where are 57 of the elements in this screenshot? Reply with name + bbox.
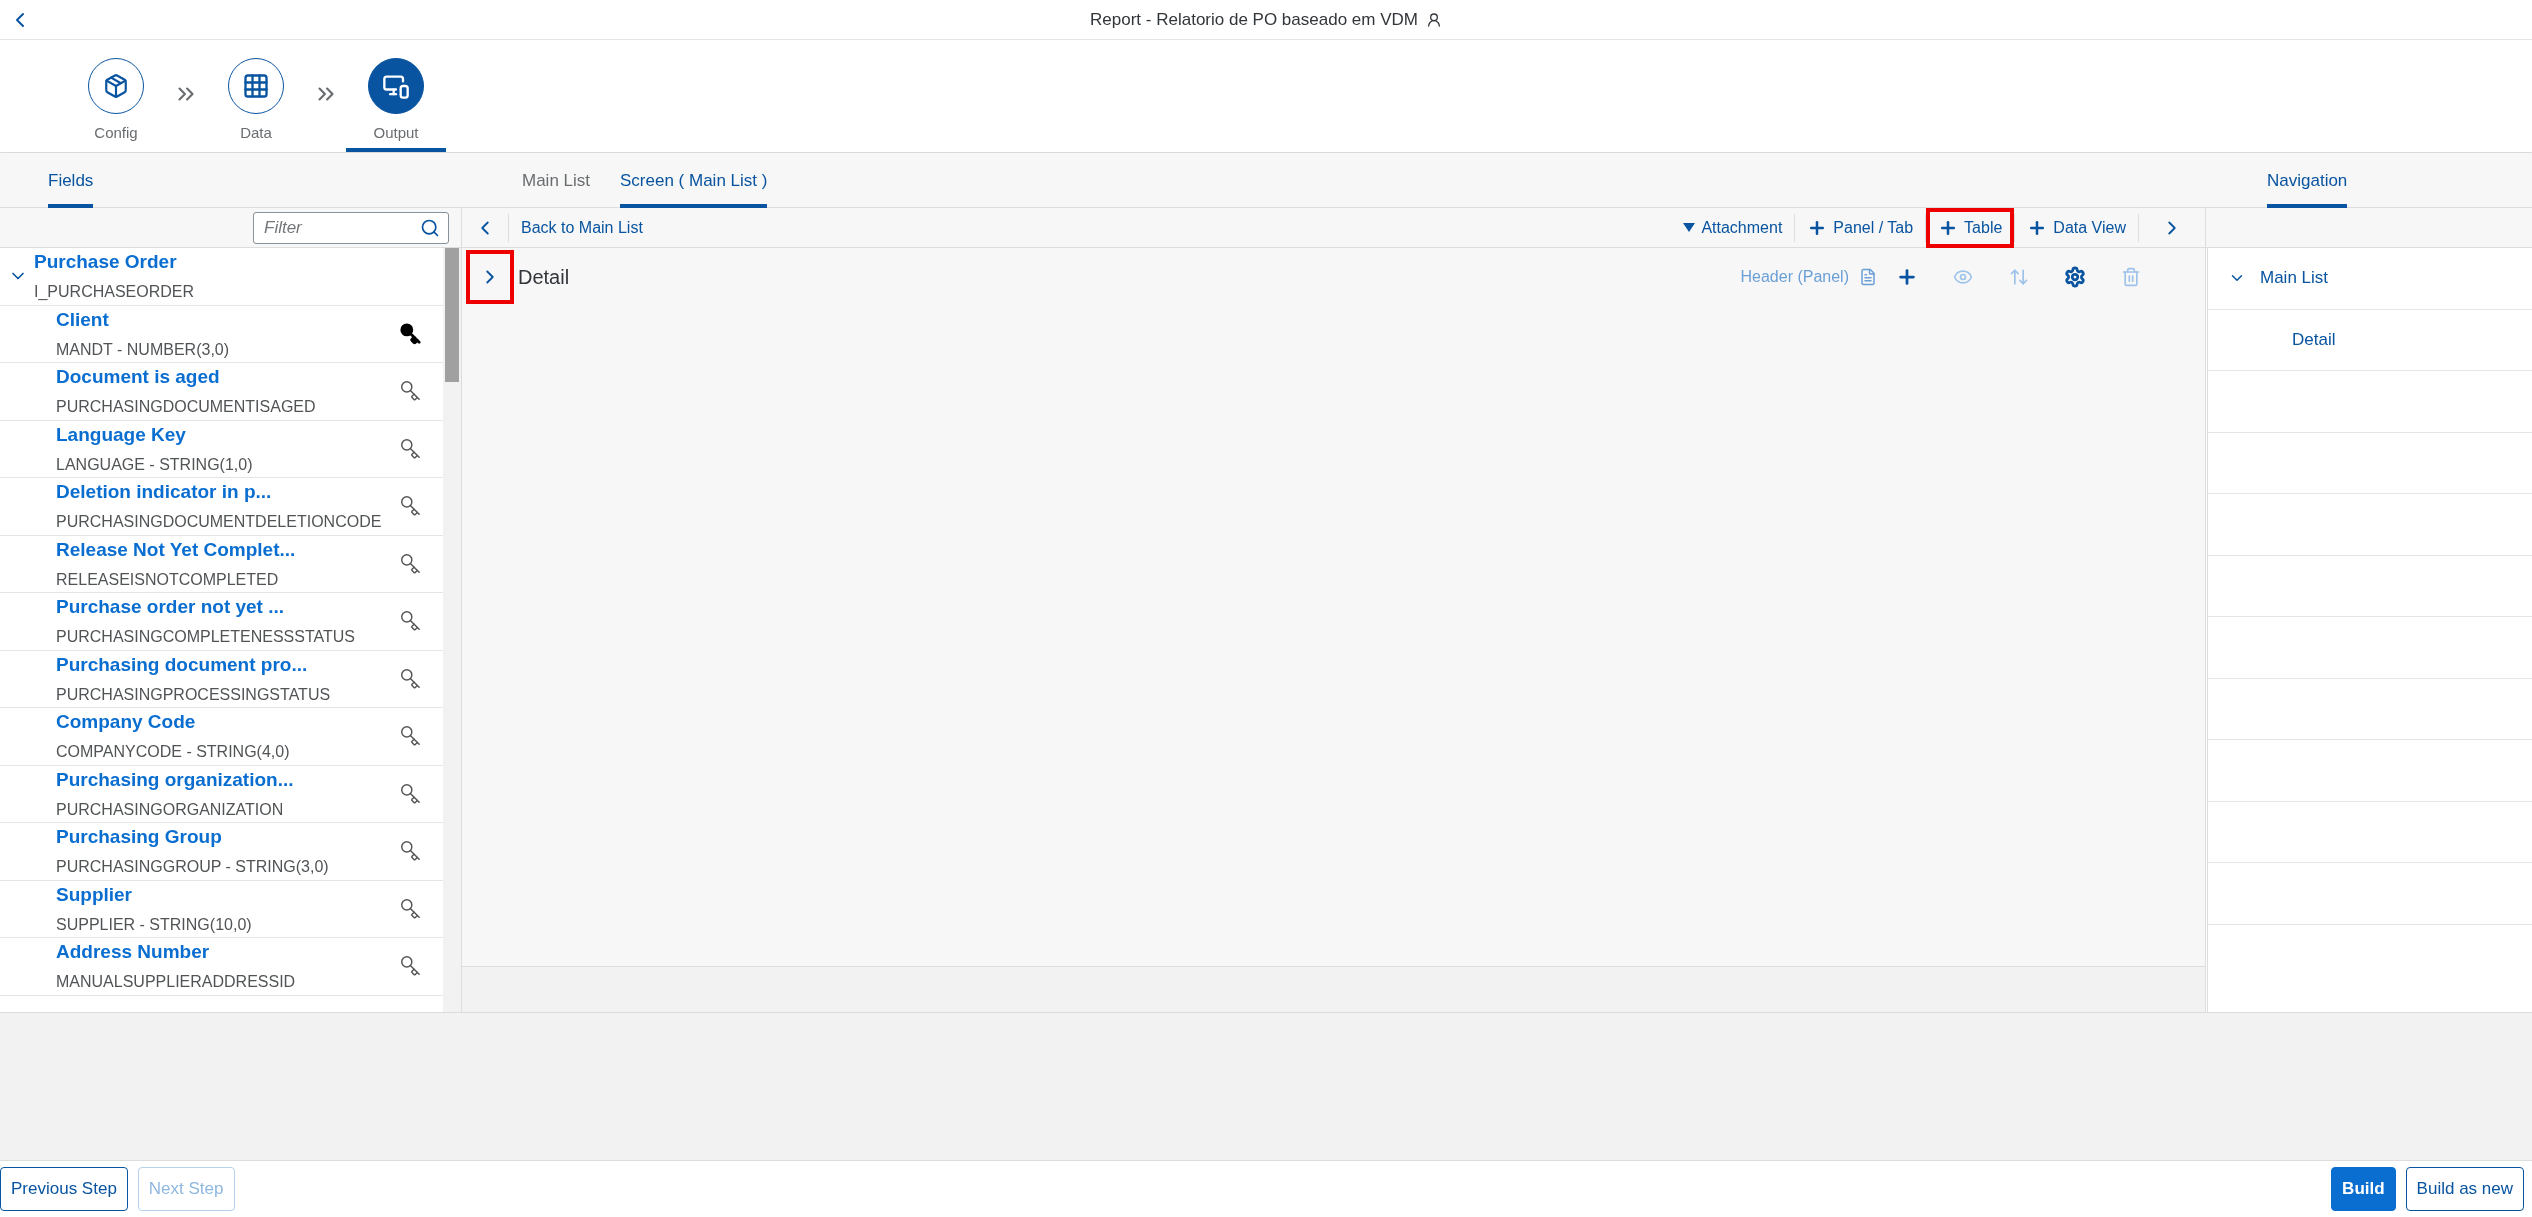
field-name: PURCHASINGORGANIZATION [56, 800, 285, 819]
field-name: MANDT - NUMBER(3,0) [56, 340, 231, 359]
expand-button[interactable] [466, 250, 514, 304]
step-tab[interactable]: Data [206, 40, 306, 152]
field-title: Address Number [56, 941, 211, 964]
field-title: Purchase order not yet ... [56, 596, 286, 619]
plus-icon [1896, 266, 1918, 288]
toolbar-button[interactable]: Panel / Tab [1795, 207, 1926, 248]
field-title: Client [56, 308, 110, 331]
toolbar-button[interactable]: Attachment [1671, 207, 1795, 248]
field-name: LANGUAGE - STRING(1,0) [56, 455, 254, 474]
field-name: PURCHASINGDOCUMENTISAGED [56, 398, 317, 417]
build-button[interactable]: Build as new [2405, 1167, 2524, 1211]
field-name: SUPPLIER - STRING(10,0) [56, 915, 253, 934]
field-title: Purchasing document pro... [56, 653, 309, 676]
field-title: Release Not Yet Complet... [56, 538, 297, 561]
field-name: PURCHASINGDOCUMENTDELETIONCODE [56, 513, 383, 532]
filter-field[interactable]: Filter [253, 211, 449, 244]
section-title: Detail [518, 265, 571, 289]
screen-tab[interactable]: Main List [522, 153, 591, 208]
field-title: Document is aged [56, 366, 221, 389]
field-title: Company Code [56, 711, 197, 734]
step-button[interactable]: Previous Step [0, 1167, 128, 1211]
trash-icon [2121, 267, 2141, 287]
build-button[interactable]: Build [2331, 1167, 2396, 1211]
search-icon [420, 217, 440, 238]
entity-title: Purchase Order [34, 251, 178, 274]
settings-icon [2064, 266, 2086, 288]
person-icon [1425, 11, 1442, 28]
field-name: PURCHASINGGROUP - STRING(3,0) [56, 858, 330, 877]
field-name: PURCHASINGCOMPLETENESSSTATUS [56, 628, 356, 647]
header-label: Header (Panel) [1740, 268, 1849, 286]
sort-icon [2009, 267, 2029, 287]
eye-icon [1953, 267, 1973, 287]
package-icon [103, 72, 129, 99]
toolbar-button[interactable]: Data View [2015, 207, 2138, 248]
toolbar-button[interactable]: Table [1926, 207, 2015, 248]
window-title: Report - Relatorio de PO baseado em VDM [1090, 9, 1418, 30]
field-title: Deletion indicator in p... [56, 481, 273, 504]
field-title: Purchasing organization... [56, 768, 295, 791]
field-name: PURCHASINGPROCESSINGSTATUS [56, 685, 332, 704]
filter-input[interactable]: Filter [262, 216, 420, 239]
field-title: Supplier [56, 883, 133, 906]
field-name: COMPANYCODE - STRING(4,0) [56, 743, 291, 762]
caret-down-icon [1683, 222, 1696, 233]
field-title: Language Key [56, 423, 187, 446]
scrollbar[interactable] [443, 248, 461, 1012]
navigation-item[interactable]: Detail [2292, 329, 2336, 350]
entity-name: I_PURCHASEORDER [34, 283, 196, 302]
step-tab[interactable]: Config [66, 40, 166, 152]
field-title: Purchasing Group [56, 826, 223, 849]
navigation-item[interactable]: Main List [2260, 268, 2329, 289]
document-icon [1859, 268, 1877, 286]
grid-icon [242, 71, 270, 100]
field-name: MANUALSUPPLIERADDRESSID [56, 973, 297, 992]
field-name: RELEASEISNOTCOMPLETED [56, 570, 280, 589]
back-link[interactable]: Back to Main List [509, 207, 655, 248]
